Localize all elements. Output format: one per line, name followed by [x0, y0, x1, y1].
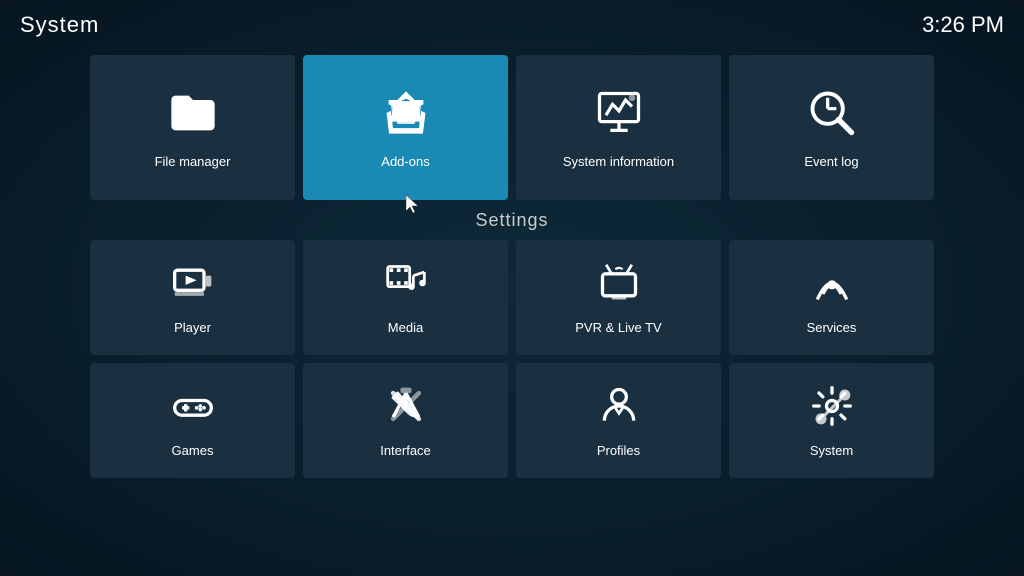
top-bar: System 3:26 PM [0, 0, 1024, 50]
tile-add-ons-label: Add-ons [381, 154, 429, 169]
tile-add-ons[interactable]: Add-ons [303, 55, 508, 200]
tile-player-label: Player [174, 320, 211, 335]
tile-event-log[interactable]: Event log [729, 55, 934, 200]
system-icon [810, 384, 854, 435]
tile-interface[interactable]: Interface [303, 363, 508, 478]
tile-profiles[interactable]: Profiles [516, 363, 721, 478]
app-title: System [20, 12, 99, 38]
settings-label: Settings [0, 210, 1024, 231]
bottom-row: Games Interface [90, 363, 934, 478]
tile-player[interactable]: Player [90, 240, 295, 355]
tile-system-information-label: System information [563, 154, 674, 169]
tile-media-label: Media [388, 320, 423, 335]
services-icon [810, 261, 854, 312]
profiles-icon [597, 384, 641, 435]
tile-pvr-label: PVR & Live TV [575, 320, 661, 335]
middle-row: Player Media [90, 240, 934, 355]
media-icon [384, 261, 428, 312]
tile-services[interactable]: Services [729, 240, 934, 355]
tile-services-label: Services [807, 320, 857, 335]
tile-pvr-live-tv[interactable]: PVR & Live TV [516, 240, 721, 355]
sysinfo-icon [593, 87, 645, 146]
top-row: File manager Add-ons [90, 55, 934, 200]
player-icon [171, 261, 215, 312]
tile-event-log-label: Event log [804, 154, 858, 169]
tile-games-label: Games [172, 443, 214, 458]
tile-system-label: System [810, 443, 853, 458]
folder-icon [167, 87, 219, 146]
tile-games[interactable]: Games [90, 363, 295, 478]
clock: 3:26 PM [922, 12, 1004, 38]
interface-icon [384, 384, 428, 435]
tile-media[interactable]: Media [303, 240, 508, 355]
tile-profiles-label: Profiles [597, 443, 640, 458]
games-icon [171, 384, 215, 435]
tile-interface-label: Interface [380, 443, 431, 458]
tile-file-manager[interactable]: File manager [90, 55, 295, 200]
tile-system[interactable]: System [729, 363, 934, 478]
addons-icon [380, 87, 432, 146]
tile-system-information[interactable]: System information [516, 55, 721, 200]
eventlog-icon [806, 87, 858, 146]
pvr-icon [597, 261, 641, 312]
tile-file-manager-label: File manager [155, 154, 231, 169]
